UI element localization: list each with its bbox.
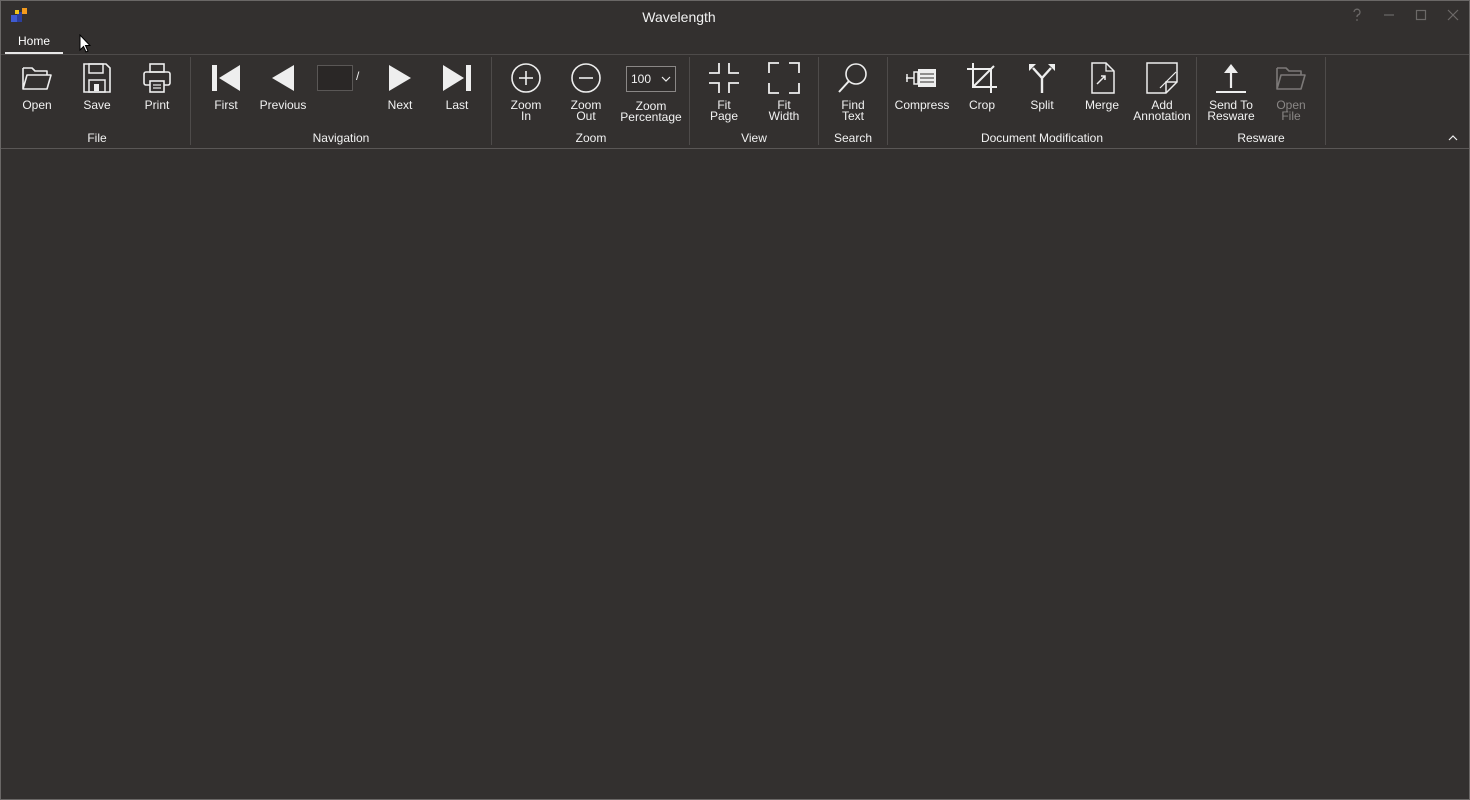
collapse-ribbon-icon[interactable] [1447, 133, 1459, 143]
send-to-resware-button[interactable]: Send To Resware [1201, 59, 1261, 133]
folder-open-icon [1276, 67, 1306, 90]
app-window: Wavelength Home Open Save Print File Fir… [0, 0, 1470, 800]
first-page-icon [212, 65, 240, 91]
group-label-view: View [741, 131, 767, 145]
previous-page-icon [272, 65, 294, 91]
group-label-resware: Resware [1237, 131, 1285, 145]
annotation-icon [1146, 62, 1178, 94]
maximize-icon [1415, 9, 1427, 21]
group-label-navigation: Navigation [312, 131, 370, 145]
merge-icon [1091, 62, 1115, 94]
active-tab-indicator [5, 52, 63, 54]
merge-button[interactable]: Merge [1072, 59, 1132, 133]
upload-icon [1216, 64, 1246, 93]
fit-page-icon [709, 63, 739, 93]
print-button[interactable]: Print [127, 59, 187, 133]
fit-page-button[interactable]: Fit Page [694, 59, 754, 133]
group-separator [1325, 57, 1326, 145]
next-page-icon [389, 65, 411, 91]
title-bar: Wavelength [1, 1, 1469, 31]
last-page-icon [443, 65, 471, 91]
magnifier-icon [838, 63, 867, 93]
printer-icon [143, 63, 171, 93]
first-page-button[interactable]: First [196, 59, 256, 133]
tab-home-label: Home [17, 34, 50, 48]
minimize-icon [1384, 14, 1394, 16]
crop-icon [967, 63, 997, 93]
next-page-button[interactable]: Next [370, 59, 430, 133]
compress-button[interactable]: Compress [892, 59, 952, 133]
compress-icon [906, 69, 936, 87]
page-separator: / [356, 69, 360, 83]
fit-width-icon [768, 62, 800, 94]
zoom-out-icon [571, 63, 601, 93]
group-label-search: Search [833, 131, 873, 145]
window-title: Wavelength [642, 9, 716, 25]
group-label-document-modification: Document Modification [980, 131, 1104, 145]
minimize-button[interactable] [1375, 5, 1403, 25]
help-button[interactable] [1343, 5, 1371, 25]
split-icon [1029, 64, 1055, 93]
tab-home[interactable]: Home [5, 31, 63, 54]
close-button[interactable] [1439, 5, 1467, 25]
add-annotation-button[interactable]: Add Annotation [1132, 59, 1192, 133]
page-number-input[interactable] [317, 65, 353, 91]
last-page-button[interactable]: Last [427, 59, 487, 133]
document-viewer-area[interactable] [1, 149, 1469, 799]
open-button[interactable]: Open [7, 59, 67, 133]
maximize-button[interactable] [1407, 5, 1435, 25]
crop-button[interactable]: Crop [952, 59, 1012, 133]
group-label-zoom: Zoom [575, 131, 607, 145]
find-text-button[interactable]: Find Text [823, 59, 883, 133]
fit-width-button[interactable]: Fit Width [754, 59, 814, 133]
help-icon [1353, 8, 1361, 21]
split-button[interactable]: Split [1012, 59, 1072, 133]
open-file-button[interactable]: Open File [1261, 59, 1321, 133]
mouse-cursor-icon [79, 34, 91, 53]
save-icon [83, 63, 111, 93]
ribbon-tabs: Home [1, 31, 1469, 55]
group-label-file: File [87, 131, 107, 145]
zoom-percentage-button[interactable]: Zoom Percentage [620, 59, 682, 133]
save-button[interactable]: Save [67, 59, 127, 133]
ribbon: Open Save Print File First Previous / Ne… [1, 55, 1469, 149]
zoom-out-button[interactable]: Zoom Out [556, 59, 616, 133]
zoom-in-icon [511, 63, 541, 93]
close-icon [1447, 9, 1459, 21]
folder-open-icon [22, 67, 52, 90]
previous-page-button[interactable]: Previous [253, 59, 313, 133]
zoom-in-button[interactable]: Zoom In [496, 59, 556, 133]
